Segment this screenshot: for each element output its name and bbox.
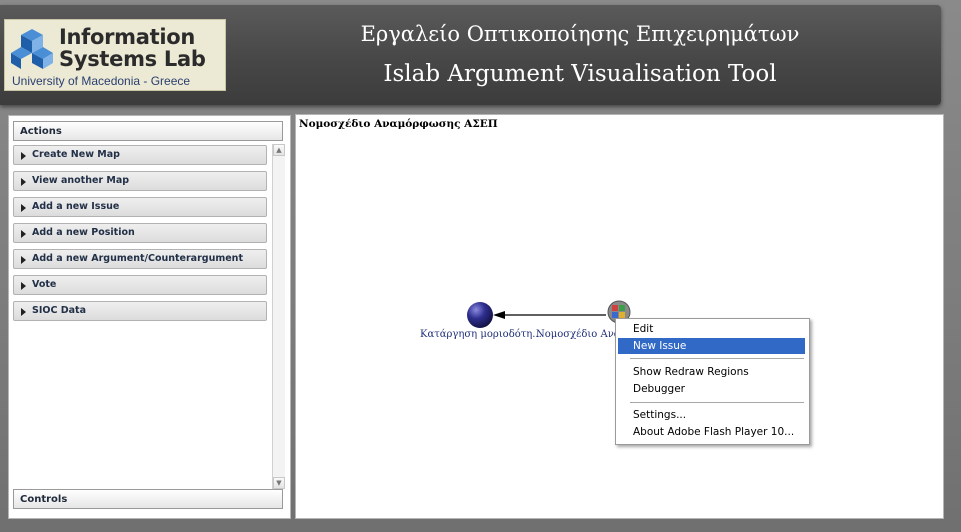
actions-header[interactable]: Actions [13,121,283,141]
expand-triangle-icon [21,308,26,316]
action-label: Add a new Argument/Counterargument [32,253,243,264]
action-label: Add a new Position [32,227,135,238]
sioc-data-button[interactable]: SIOC Data [13,301,267,321]
menu-item-about-flash[interactable]: About Adobe Flash Player 10... [618,424,805,440]
scroll-up-arrow-icon[interactable]: ▲ [273,144,285,156]
menu-item-show-redraw-regions[interactable]: Show Redraw Regions [618,364,805,380]
view-another-map-button[interactable]: View another Map [13,171,267,191]
menu-item-debugger[interactable]: Debugger [618,381,805,397]
expand-triangle-icon [21,152,26,160]
action-label: Add a new Issue [32,201,120,212]
app-header: Information Systems Lab University of Ma… [0,5,941,105]
action-label: Create New Map [32,149,120,160]
menu-item-settings[interactable]: Settings... [618,407,805,423]
left-panel: Actions Create New Map View another Map … [8,115,291,519]
expand-triangle-icon [21,204,26,212]
map-node-label: Νομοσχέδιο Ανα [536,329,621,340]
menu-separator [630,358,804,360]
expand-triangle-icon [21,178,26,186]
actions-list: Create New Map View another Map Add a ne… [13,142,271,488]
add-new-position-button[interactable]: Add a new Position [13,223,267,243]
context-menu: Edit New Issue Show Redraw Regions Debug… [615,318,810,445]
controls-header[interactable]: Controls [13,489,283,509]
logo-line1: Information [59,25,196,49]
title-greek: Εργαλείο Οπτικοποίησης Επιχειρημάτων [360,22,800,46]
menu-item-new-issue[interactable]: New Issue [618,338,805,354]
logo-line2: Systems Lab [59,47,206,71]
logo-university: University of Macedonia - Greece [12,74,191,88]
issue-node-label: Κατάργηση μοριοδότη... [420,329,542,340]
islab-logo: Information Systems Lab University of Ma… [4,19,226,91]
argument-graph [467,300,631,328]
title-english: Islab Argument Visualisation Tool [383,61,777,87]
expand-triangle-icon [21,256,26,264]
create-new-map-button[interactable]: Create New Map [13,145,267,165]
scroll-down-arrow-icon[interactable]: ▼ [273,477,285,489]
menu-item-edit[interactable]: Edit [618,321,805,337]
expand-triangle-icon [21,230,26,238]
add-new-argument-button[interactable]: Add a new Argument/Counterargument [13,249,267,269]
action-label: View another Map [32,175,130,186]
action-label: Vote [32,279,57,290]
cube-logo-icon [11,29,53,69]
actions-scrollbar[interactable]: ▲ ▼ [272,144,285,489]
menu-separator [630,402,804,404]
edge-arrowhead [493,311,505,319]
add-new-issue-button[interactable]: Add a new Issue [13,197,267,217]
map-canvas[interactable]: Νομοσχέδιο Αναμόρφωσης ΑΣΕΠ Κατάργηση μο… [295,114,944,519]
vote-button[interactable]: Vote [13,275,267,295]
expand-triangle-icon [21,282,26,290]
issue-node[interactable] [467,302,493,328]
action-label: SIOC Data [32,305,86,316]
